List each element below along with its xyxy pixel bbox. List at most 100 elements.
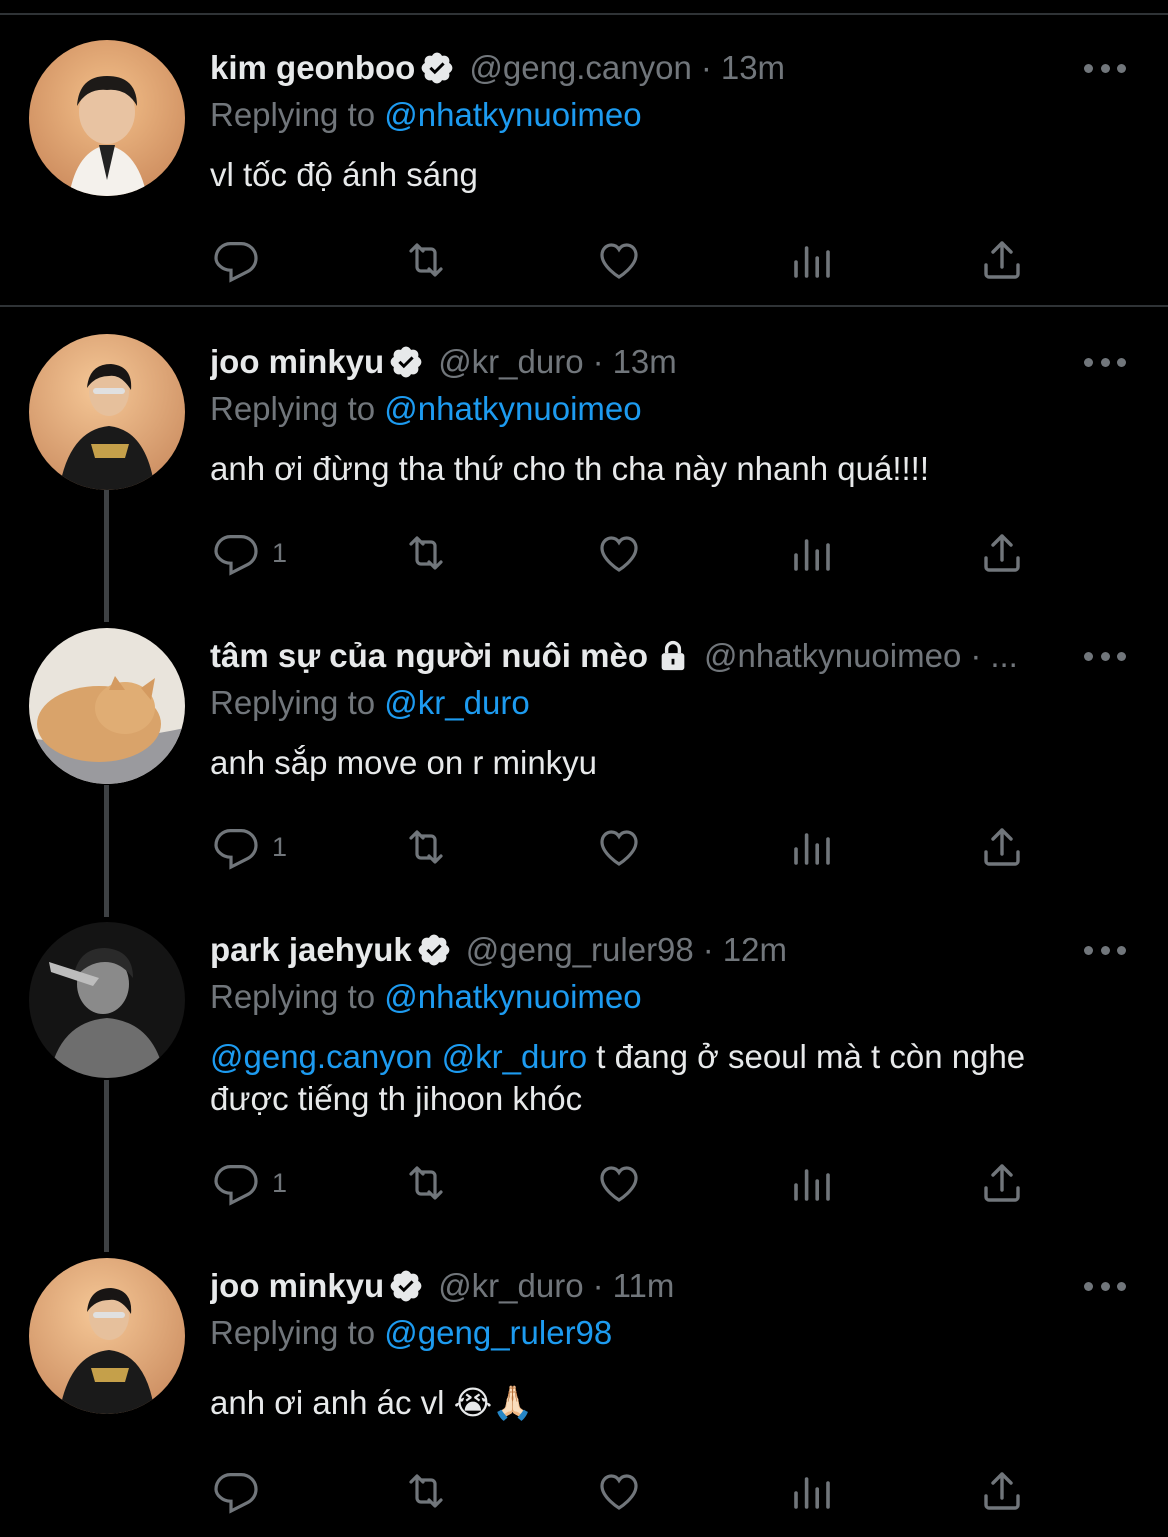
reply-button[interactable]: 1	[212, 822, 287, 872]
replying-prefix: Replying to	[210, 1314, 376, 1351]
share-button[interactable]	[978, 822, 1026, 872]
reply-button[interactable]: 1	[212, 1158, 287, 1208]
mention-link[interactable]: @geng.canyon	[210, 1038, 433, 1075]
avatar[interactable]	[29, 40, 185, 196]
share-icon	[984, 534, 1020, 572]
tweet-header: joo minkyu @kr_duro · 13m	[210, 339, 1068, 385]
share-icon	[984, 1164, 1020, 1202]
analytics-icon	[794, 539, 830, 571]
action-bar	[0, 1466, 1168, 1516]
reply-button[interactable]	[212, 1466, 272, 1516]
replying-prefix: Replying to	[210, 684, 376, 721]
heart-icon	[600, 1166, 638, 1202]
tweet-text: @geng.canyon @kr_duro t đang ở seoul mà …	[210, 1036, 1108, 1120]
retweet-icon	[409, 1166, 443, 1200]
retweet-icon	[409, 1474, 443, 1508]
replying-to-mention[interactable]: @nhatkynuoimeo	[384, 978, 641, 1015]
user-handle[interactable]: @kr_duro	[438, 343, 583, 381]
tweet-text: vl tốc độ ánh sáng	[210, 156, 478, 193]
action-bar: 1	[0, 1158, 1168, 1208]
retweet-icon	[409, 830, 443, 864]
tweet-divider	[0, 305, 1168, 307]
more-options-icon[interactable]	[1084, 940, 1126, 960]
more-options-icon[interactable]	[1084, 646, 1126, 666]
replying-prefix: Replying to	[210, 978, 376, 1015]
mention-link[interactable]: @kr_duro	[442, 1038, 587, 1075]
timestamp[interactable]: 13m	[721, 49, 785, 87]
analytics-icon	[794, 1169, 830, 1201]
share-icon	[984, 1472, 1020, 1510]
retweet-button[interactable]	[402, 528, 450, 578]
replying-to-mention[interactable]: @kr_duro	[384, 684, 529, 721]
share-button[interactable]	[978, 235, 1026, 285]
like-button[interactable]	[595, 822, 643, 872]
display-name[interactable]: kim geonboo	[210, 49, 415, 87]
retweet-button[interactable]	[402, 1158, 450, 1208]
display-name[interactable]: joo minkyu	[210, 1267, 384, 1305]
views-button[interactable]	[788, 822, 836, 872]
timestamp[interactable]: 11m	[613, 1267, 675, 1305]
action-bar: 1	[0, 822, 1168, 872]
reply-icon	[214, 1165, 258, 1206]
user-handle[interactable]: @nhatkynuoimeo	[704, 637, 961, 675]
views-button[interactable]	[788, 1158, 836, 1208]
analytics-icon	[794, 246, 830, 278]
retweet-button[interactable]	[402, 1466, 450, 1516]
timestamp[interactable]: ...	[990, 637, 1018, 675]
reply-count: 1	[272, 537, 288, 568]
reply-button[interactable]: 1	[212, 528, 287, 578]
separator: ·	[702, 931, 714, 968]
reply-icon	[214, 535, 258, 576]
display-name[interactable]: park jaehyuk	[210, 931, 412, 969]
user-handle[interactable]: @kr_duro	[438, 1267, 583, 1305]
views-button[interactable]	[788, 235, 836, 285]
analytics-icon	[794, 833, 830, 865]
views-button[interactable]	[788, 528, 836, 578]
like-button[interactable]	[595, 1466, 643, 1516]
timestamp[interactable]: 13m	[613, 343, 677, 381]
replying-to-mention[interactable]: @nhatkynuoimeo	[384, 96, 641, 133]
reply-thread: kim geonboo @geng.canyon · 13m Replying …	[0, 0, 1168, 1537]
like-button[interactable]	[595, 1158, 643, 1208]
replying-to-mention[interactable]: @geng_ruler98	[384, 1314, 612, 1351]
reply-button[interactable]	[212, 235, 272, 285]
share-icon	[984, 241, 1020, 279]
tweet-text: anh ơi anh ác vl 😭🙏🏻	[210, 1384, 534, 1421]
user-handle[interactable]: @geng_ruler98	[466, 931, 694, 969]
heart-icon	[600, 830, 638, 866]
verified-badge-icon	[416, 932, 452, 968]
share-icon	[984, 828, 1020, 866]
separator: ·	[592, 1267, 604, 1304]
replying-to-mention[interactable]: @nhatkynuoimeo	[384, 390, 641, 427]
avatar[interactable]	[29, 628, 185, 784]
avatar[interactable]	[29, 334, 185, 490]
display-name[interactable]: joo minkyu	[210, 343, 384, 381]
replying-prefix: Replying to	[210, 96, 376, 133]
like-button[interactable]	[595, 528, 643, 578]
replying-prefix: Replying to	[210, 390, 376, 427]
avatar[interactable]	[29, 1258, 185, 1414]
heart-icon	[600, 536, 638, 572]
like-button[interactable]	[595, 235, 643, 285]
reply-icon	[214, 829, 258, 870]
views-button[interactable]	[788, 1466, 836, 1516]
verified-badge-icon	[388, 344, 424, 380]
timestamp[interactable]: 12m	[723, 931, 787, 969]
display-name[interactable]: tâm sự của người nuôi mèo	[210, 637, 648, 675]
share-button[interactable]	[978, 1466, 1026, 1516]
avatar[interactable]	[29, 922, 185, 1078]
more-options-icon[interactable]	[1084, 1276, 1126, 1296]
tweet-header: kim geonboo @geng.canyon · 13m	[210, 45, 1068, 91]
action-bar	[0, 235, 1168, 285]
user-handle[interactable]: @geng.canyon	[469, 49, 692, 87]
more-options-icon[interactable]	[1084, 352, 1126, 372]
replying-to: Replying to @nhatkynuoimeo	[210, 978, 642, 1016]
retweet-button[interactable]	[402, 235, 450, 285]
share-button[interactable]	[978, 1158, 1026, 1208]
more-options-icon[interactable]	[1084, 58, 1126, 78]
separator: ·	[700, 49, 712, 86]
retweet-button[interactable]	[402, 822, 450, 872]
heart-icon	[600, 1474, 638, 1510]
replying-to: Replying to @nhatkynuoimeo	[210, 96, 642, 134]
share-button[interactable]	[978, 528, 1026, 578]
